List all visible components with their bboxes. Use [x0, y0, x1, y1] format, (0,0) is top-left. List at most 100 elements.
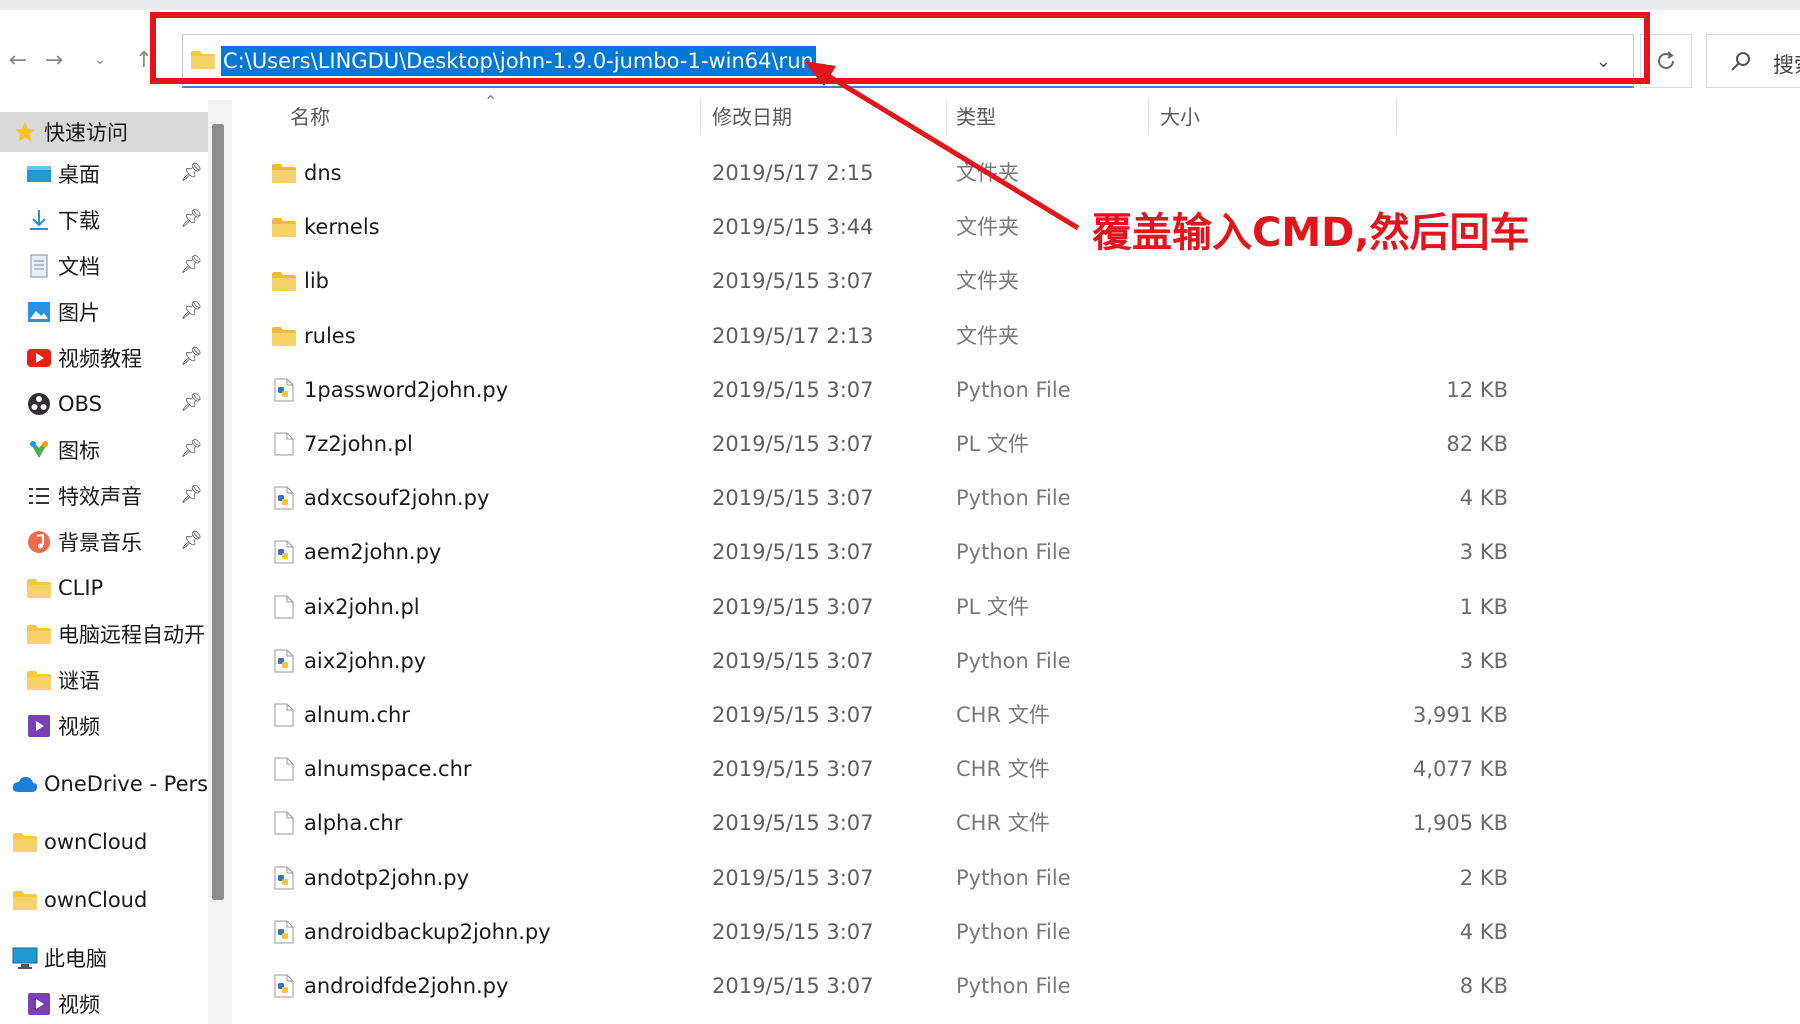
folder-icon [272, 324, 296, 348]
sidebar-item-pictures[interactable]: 图片 [0, 292, 210, 332]
file-row[interactable]: alpha.chr 2019/5/15 3:07 CHR 文件 1,905 KB [236, 796, 1508, 850]
pin-icon[interactable]: 📌︎ [180, 346, 203, 367]
file-row[interactable]: alnum.chr 2019/5/15 3:07 CHR 文件 3,991 KB [236, 688, 1508, 742]
sidebar-item-videos[interactable]: 视频 [0, 706, 210, 746]
sidebar-item-label: CLIP [58, 576, 104, 600]
file-row[interactable]: andotp2john.py 2019/5/15 3:07 Python File 2… [236, 851, 1508, 905]
file-icon [272, 595, 296, 619]
column-header-size[interactable]: 大小 [1160, 100, 1200, 134]
sidebar-item-documents[interactable]: 文档 [0, 246, 210, 286]
file-row[interactable]: rules 2019/5/17 2:13 文件夹 [236, 309, 1336, 363]
folder-icon [272, 269, 296, 293]
column-separator[interactable] [946, 100, 947, 134]
sidebar-item-video-tutorials[interactable]: 视频教程 [0, 338, 210, 378]
column-separator[interactable] [700, 100, 701, 134]
column-separator[interactable] [1396, 100, 1397, 134]
file-row[interactable]: 7z2john.pl 2019/5/15 3:07 PL 文件 82 KB [236, 417, 1508, 471]
pin-icon[interactable]: 📌︎ [180, 162, 203, 183]
address-highlight-frame [150, 12, 1650, 84]
sidebar-item-label: 背景音乐 [58, 531, 142, 555]
file-row[interactable]: adxcsouf2john.py 2019/5/15 3:07 Python Fil… [236, 471, 1508, 525]
sidebar-item-riddles[interactable]: 谜语 [0, 660, 210, 700]
column-separator[interactable] [1148, 100, 1149, 134]
file-row[interactable]: alnumspace.chr 2019/5/15 3:07 CHR 文件 4,077 … [236, 742, 1508, 796]
search-icon [1731, 52, 1750, 71]
sidebar-item-this-pc[interactable]: 此电脑 [0, 938, 210, 978]
file-name: lib [304, 269, 329, 294]
column-header-name[interactable]: 名称 [290, 100, 330, 134]
file-row[interactable]: androidbackup2john.py 2019/5/15 3:07 Pytho… [236, 905, 1508, 959]
sidebar-item-label: 视频 [58, 715, 100, 739]
python-file-icon [272, 974, 296, 998]
file-size: 8 KB [1459, 974, 1508, 998]
python-file-icon [272, 540, 296, 564]
star-icon [12, 119, 38, 145]
file-row[interactable]: 1password2john.py 2019/5/15 3:07 Python Fi… [236, 363, 1508, 417]
sidebar-item-obs[interactable]: OBS [0, 384, 210, 424]
pin-icon[interactable]: 📌︎ [180, 392, 203, 413]
sidebar-item-desktop[interactable]: 桌面 [0, 154, 210, 194]
file-row[interactable]: aix2john.py 2019/5/15 3:07 Python File 3 KB [236, 634, 1508, 688]
download-icon [26, 207, 52, 233]
file-row[interactable]: androidfde2john.py 2019/5/15 3:07 Python F… [236, 959, 1508, 1013]
file-modified-date: 2019/5/15 3:07 [712, 974, 874, 998]
computer-icon [12, 945, 38, 971]
file-modified-date: 2019/5/15 3:07 [712, 865, 874, 890]
sidebar-item-onedrive[interactable]: OneDrive - Perso [0, 764, 210, 804]
file-size: 1,905 KB [1413, 811, 1508, 836]
navigation-pane: 快速访问 桌面 📌︎ 下载 📌︎ 文档 📌︎ 图片 📌︎ 视频教程 📌︎ OBS… [0, 100, 232, 1024]
column-header-date[interactable]: 修改日期 [712, 100, 792, 134]
recent-locations-chevron-icon[interactable]: ⌄ [82, 40, 118, 80]
file-name: androidbackup2john.py [304, 919, 551, 944]
file-modified-date: 2019/5/15 3:07 [712, 269, 874, 294]
file-name: aix2john.pl [304, 594, 420, 619]
file-type: PL 文件 [956, 432, 1030, 456]
sidebar-item-quick-access[interactable]: 快速访问 [0, 112, 210, 152]
pin-icon[interactable]: 📌︎ [180, 300, 203, 321]
file-row[interactable]: aem2john.py 2019/5/15 3:07 Python File 3 KB [236, 525, 1508, 579]
refresh-icon [1658, 51, 1674, 69]
file-type: Python File [956, 486, 1071, 511]
back-icon[interactable]: ← [0, 40, 36, 80]
file-name: adxcsouf2john.py [304, 486, 490, 511]
sidebar-item-owncloud-2[interactable]: ownCloud [0, 880, 210, 920]
folder-icon [26, 575, 52, 601]
python-file-icon [272, 920, 296, 944]
file-type: Python File [956, 377, 1071, 402]
file-row[interactable]: dns 2019/5/17 2:15 文件夹 [236, 146, 1336, 200]
sidebar-item-background-music[interactable]: 背景音乐 [0, 522, 210, 562]
folder-icon [26, 667, 52, 693]
pin-icon[interactable]: 📌︎ [180, 530, 203, 551]
sidebar-item-downloads[interactable]: 下载 [0, 200, 210, 240]
file-row[interactable]: lib 2019/5/15 3:07 文件夹 [236, 254, 1336, 308]
file-modified-date: 2019/5/15 3:07 [712, 811, 874, 836]
pin-icon[interactable]: 📌︎ [180, 208, 203, 229]
forward-icon[interactable]: → [36, 40, 72, 80]
file-name: dns [304, 161, 342, 185]
pin-icon[interactable]: 📌︎ [180, 438, 203, 459]
sidebar-item-label: 快速访问 [44, 121, 128, 145]
search-field[interactable]: 搜索 [1706, 34, 1800, 88]
file-modified-date: 2019/5/15 3:07 [712, 540, 874, 565]
sidebar-item-sound-effects[interactable]: 特效声音 [0, 476, 210, 516]
pin-icon[interactable]: 📌︎ [180, 484, 203, 505]
sidebar-item-icons[interactable]: 图标 [0, 430, 210, 470]
sidebar-item-clip[interactable]: CLIP [0, 568, 210, 608]
file-name: aix2john.py [304, 648, 427, 673]
instruction-annotation: 覆盖输入CMD,然后回车 [1092, 210, 1530, 256]
sidebar-item-videos-2[interactable]: 视频 [0, 984, 210, 1024]
file-type: 文件夹 [956, 269, 1019, 294]
file-name: 1password2john.py [304, 377, 509, 402]
sidebar-scrollbar-thumb[interactable] [212, 124, 224, 900]
file-modified-date: 2019/5/17 2:15 [712, 161, 874, 185]
file-size: 4 KB [1459, 919, 1508, 944]
folder-icon [12, 887, 38, 913]
pictures-icon [26, 299, 52, 325]
sort-ascending-icon: ⌃ [484, 92, 498, 111]
file-row[interactable]: aix2john.pl 2019/5/15 3:07 PL 文件 1 KB [236, 580, 1508, 634]
sidebar-item-owncloud[interactable]: ownCloud [0, 822, 210, 862]
file-type: Python File [956, 974, 1071, 998]
pin-icon[interactable]: 📌︎ [180, 254, 203, 275]
column-header-type[interactable]: 类型 [956, 100, 996, 134]
sidebar-item-remote-boot[interactable]: 电脑远程自动开 [0, 614, 210, 654]
